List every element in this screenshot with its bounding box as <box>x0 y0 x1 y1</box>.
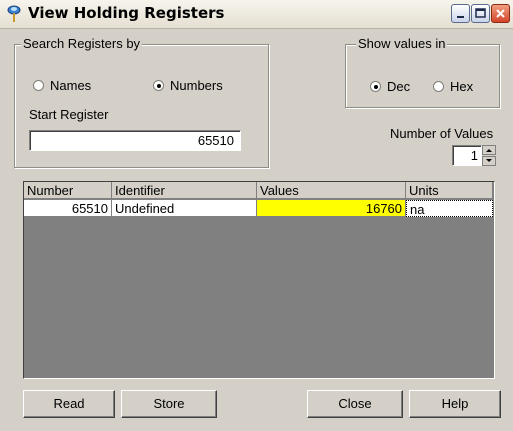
radio-names-indicator[interactable] <box>33 80 44 91</box>
cell-value[interactable]: 16760 <box>257 200 406 217</box>
number-of-values-input[interactable]: 1 <box>452 145 482 166</box>
title-bar[interactable]: View Holding Registers <box>0 0 513 29</box>
column-header-units[interactable]: Units <box>406 182 493 199</box>
spinner-down-button[interactable] <box>482 156 496 166</box>
show-values-legend: Show values in <box>356 36 448 51</box>
radio-names-label: Names <box>50 78 92 93</box>
show-values-group: Show values in Dec Hex <box>345 36 500 108</box>
radio-numbers-indicator[interactable] <box>153 80 164 91</box>
radio-names[interactable]: Names <box>33 78 91 93</box>
close-icon <box>496 9 505 18</box>
minimize-button[interactable] <box>451 4 470 23</box>
cell-identifier[interactable]: Undefined <box>112 200 257 217</box>
maximize-icon <box>475 8 486 18</box>
spinner-up-button[interactable] <box>482 145 496 155</box>
column-header-values[interactable]: Values <box>257 182 406 199</box>
window-title: View Holding Registers <box>28 4 225 22</box>
read-button[interactable]: Read <box>23 390 115 418</box>
cell-number[interactable]: 65510 <box>24 200 112 217</box>
close-button[interactable]: Close <box>307 390 403 418</box>
radio-hex[interactable]: Hex <box>433 79 473 94</box>
cell-units[interactable]: na <box>406 200 493 217</box>
search-registers-group: Search Registers by Names Numbers Start … <box>14 36 269 168</box>
start-register-label: Start Register <box>29 107 109 122</box>
up-arrow-icon <box>486 149 492 152</box>
radio-numbers-label: Numbers <box>170 78 223 93</box>
store-button[interactable]: Store <box>121 390 217 418</box>
radio-hex-label: Hex <box>450 79 474 94</box>
radio-dec-indicator[interactable] <box>370 81 381 92</box>
column-header-identifier[interactable]: Identifier <box>112 182 257 199</box>
number-of-values-spinner[interactable] <box>482 145 496 166</box>
minimize-icon <box>457 16 464 18</box>
view-holding-registers-window: View Holding Registers Search Registers … <box>0 0 513 431</box>
column-header-number[interactable]: Number <box>24 182 112 199</box>
radio-dec[interactable]: Dec <box>370 79 410 94</box>
maximize-button[interactable] <box>471 4 490 23</box>
radio-dec-label: Dec <box>387 79 411 94</box>
radio-numbers[interactable]: Numbers <box>153 78 223 93</box>
close-window-button[interactable] <box>491 4 510 23</box>
radio-hex-indicator[interactable] <box>433 81 444 92</box>
down-arrow-icon <box>486 159 492 162</box>
help-button[interactable]: Help <box>409 390 501 418</box>
start-register-input[interactable]: 65510 <box>29 130 241 151</box>
number-of-values-label: Number of Values <box>390 126 494 141</box>
registers-table[interactable]: Number Identifier Values Units 65510 Und… <box>23 181 495 379</box>
search-registers-legend: Search Registers by <box>21 36 143 51</box>
app-icon <box>6 5 22 23</box>
